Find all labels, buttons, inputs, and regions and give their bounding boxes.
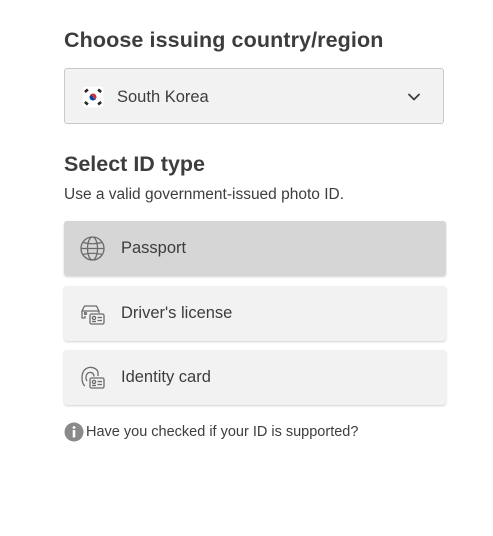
country-heading: Choose issuing country/region	[64, 28, 384, 52]
id-option-drivers-license[interactable]: Driver's license	[64, 286, 446, 341]
id-option-label: Driver's license	[121, 304, 233, 322]
south-korea-flag-icon	[82, 86, 104, 108]
globe-icon	[80, 236, 105, 261]
id-option-passport[interactable]: Passport	[64, 221, 446, 276]
car-id-icon	[81, 305, 105, 325]
supported-id-help-link[interactable]: Have you checked if your ID is supported…	[64, 422, 358, 442]
id-card-icon	[81, 366, 105, 389]
id-type-subtitle: Use a valid government-issued photo ID.	[64, 186, 345, 203]
country-select[interactable]: South Korea	[64, 68, 444, 124]
id-option-identity-card[interactable]: Identity card	[64, 350, 446, 405]
id-option-label: Identity card	[121, 368, 211, 386]
id-option-label: Passport	[121, 239, 187, 257]
chevron-down-icon	[408, 93, 420, 101]
selected-country-label: South Korea	[117, 88, 209, 106]
id-verification-page: Choose issuing country/region South Kore…	[0, 0, 493, 536]
help-text: Have you checked if your ID is supported…	[86, 424, 359, 440]
id-type-heading: Select ID type	[64, 152, 205, 176]
info-icon	[64, 422, 84, 442]
